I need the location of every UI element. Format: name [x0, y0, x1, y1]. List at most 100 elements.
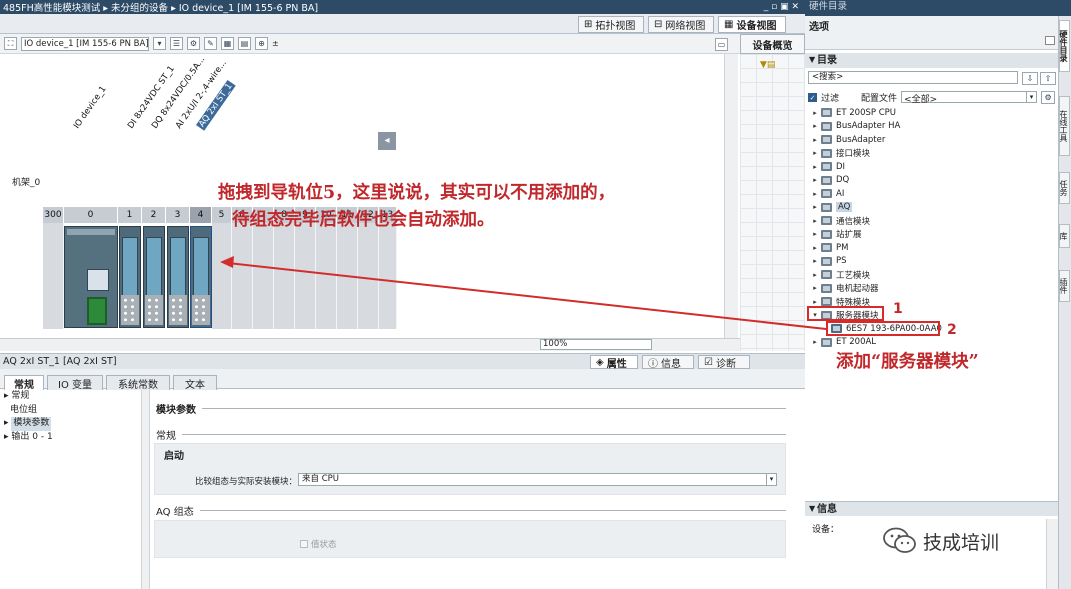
tree-item[interactable]: ▸ AI: [811, 187, 844, 201]
side-tab-online-tools[interactable]: 在线工具: [1059, 96, 1070, 156]
rack-slot[interactable]: [379, 223, 397, 329]
side-tab-addins[interactable]: 插件: [1059, 270, 1070, 302]
aq-module-selected[interactable]: [190, 226, 212, 328]
filter-row: ✓ 过滤 配置文件 <全部> ▾ ⚙: [808, 90, 1056, 105]
collapse-arrow-icon[interactable]: ◂: [378, 132, 396, 150]
info-scrollbar[interactable]: [1046, 519, 1058, 589]
subtab-texts[interactable]: 文本: [173, 375, 217, 391]
nav-item-outputs[interactable]: ▸ 输出 0 - 1: [0, 431, 141, 445]
info-section-head[interactable]: 信息: [805, 501, 1058, 516]
tree-item[interactable]: ▸ 电机起动器: [811, 282, 879, 296]
rack-slot[interactable]: [253, 223, 274, 329]
rack-slot[interactable]: [232, 223, 253, 329]
toggle-overview-icon[interactable]: ▭: [715, 38, 728, 51]
aq-config-group: [154, 520, 786, 558]
catalog-section-head[interactable]: 目录: [805, 53, 1058, 68]
nav-scrollbar[interactable]: [142, 390, 150, 589]
tree-item[interactable]: ▸ DQ: [811, 174, 849, 188]
rack-slot[interactable]: [358, 223, 379, 329]
tree-item[interactable]: ▸ PS: [811, 255, 846, 269]
tree-item[interactable]: ▸ 接口模块: [811, 147, 870, 161]
tree-item[interactable]: ▸ AQ: [811, 201, 853, 215]
rack-slot[interactable]: [212, 223, 232, 329]
tab-properties[interactable]: ◈ 属性: [590, 355, 638, 370]
tree-item[interactable]: ▸ PM: [811, 241, 848, 255]
editor-titlebar: 485FH高性能模块测试 ▸ 未分组的设备 ▸ IO device_1 [IM …: [0, 0, 805, 14]
dropdown-icon[interactable]: ▾: [153, 37, 166, 50]
tree-item[interactable]: ▸ DI: [811, 160, 845, 174]
search-down-icon[interactable]: ⇩: [1022, 72, 1038, 85]
nav-item-potential-group[interactable]: 电位组: [0, 404, 141, 418]
section-module-params: 模块参数: [156, 401, 786, 416]
network-settings-icon[interactable]: ⚙: [187, 37, 200, 50]
tab-topology-view[interactable]: ⊞ 拓扑视图: [578, 16, 644, 33]
folder-icon: [821, 121, 832, 131]
tab-device-overview[interactable]: 设备概览: [740, 34, 805, 54]
tree-item[interactable]: ▸ ET 200SP CPU: [811, 106, 896, 120]
rack-slot[interactable]: [295, 223, 316, 329]
catalog-search-input[interactable]: <搜索>: [808, 71, 1018, 84]
rack-slot[interactable]: [316, 223, 337, 329]
nav-item-module-params[interactable]: ▸ 模块参数: [0, 417, 141, 431]
zoom-icon[interactable]: ⊕: [255, 37, 268, 50]
tab-diagnostics[interactable]: ☑ 诊断: [698, 355, 750, 370]
folder-icon: [821, 256, 832, 266]
side-tab-hardware-catalog[interactable]: 硬件目录: [1059, 20, 1070, 72]
edit-icon[interactable]: ✎: [204, 37, 217, 50]
subtab-general[interactable]: 常规: [4, 375, 44, 391]
tree-item[interactable]: ▸ 站扩展: [811, 228, 862, 242]
tree-item[interactable]: ▸ 通信模块: [811, 214, 870, 228]
breadcrumb: 485FH高性能模块测试 ▸ 未分组的设备 ▸ IO device_1 [IM …: [3, 3, 319, 14]
slot-header: 300: [43, 207, 64, 223]
side-tab-libraries[interactable]: 库: [1059, 224, 1070, 248]
tree-item[interactable]: ▸ BusAdapter: [811, 133, 885, 147]
tab-network-view[interactable]: ⊟ 网络视图: [648, 16, 714, 33]
device-overview-grid[interactable]: ▼▤: [740, 54, 805, 351]
diagnostics-icon: ☑: [704, 356, 713, 368]
filter-checkbox-icon[interactable]: ✓: [808, 92, 817, 102]
device-select[interactable]: IO device_1 [IM 155-6 PN BA]: [21, 36, 149, 51]
info-icon: ⓘ: [648, 358, 658, 370]
canvas-vertical-scrollbar[interactable]: [724, 54, 738, 338]
zoom-menu-icon[interactable]: ±: [272, 39, 279, 48]
interface-module[interactable]: [64, 226, 118, 328]
rack-slot[interactable]: [274, 223, 295, 329]
wechat-icon: [883, 527, 916, 553]
subtab-io-tags[interactable]: IO 变量: [47, 375, 103, 391]
grid-icon[interactable]: ▦: [221, 37, 234, 50]
device-tree-icon[interactable]: ⛶: [4, 37, 17, 50]
properties-icon: ◈: [596, 356, 604, 368]
profile-settings-icon[interactable]: ⚙: [1041, 90, 1056, 104]
tab-info[interactable]: ⓘ 信息: [642, 355, 694, 370]
tree-item[interactable]: ▸ BusAdapter HA: [811, 120, 900, 134]
rack-slot[interactable]: [43, 223, 64, 329]
value-status-checkbox[interactable]: 值状态: [300, 538, 337, 550]
folder-icon: [821, 162, 832, 172]
folder-icon: [821, 270, 832, 280]
options-toggle-icon[interactable]: [1045, 36, 1055, 45]
di-module[interactable]: [119, 226, 141, 328]
properties-icon[interactable]: ☰: [170, 37, 183, 50]
overview-tools-icon[interactable]: ▼▤: [760, 60, 775, 70]
chevron-down-icon: ▾: [1026, 92, 1036, 103]
slot-header: 0: [64, 207, 118, 223]
view-tab-bar: ⊞ 拓扑视图 ⊟ 网络视图 ▦ 设备视图: [0, 14, 805, 34]
tree-item[interactable]: ▸ 工艺模块: [811, 268, 870, 282]
ai-module[interactable]: [167, 226, 189, 328]
profile-select[interactable]: <全部> ▾: [901, 91, 1038, 105]
tab-device-view[interactable]: ▦ 设备视图: [718, 16, 786, 33]
collapse-triangle-icon[interactable]: ▼: [809, 504, 815, 513]
compare-config-select[interactable]: 来自 CPU ▾: [298, 473, 777, 486]
slot-header: 2: [142, 207, 166, 223]
nav-item-general[interactable]: ▸ 常规: [0, 390, 141, 404]
window-controls[interactable]: _ ▫ ▣ ✕: [764, 2, 805, 12]
collapse-triangle-icon[interactable]: ▼: [809, 55, 815, 64]
subtab-system-constants[interactable]: 系统常数: [106, 375, 170, 391]
table-icon[interactable]: ▤: [238, 37, 251, 50]
search-up-icon[interactable]: ⇧: [1040, 72, 1056, 85]
tree-item[interactable]: ▸ ET 200AL: [811, 336, 876, 350]
rack-slot[interactable]: [337, 223, 358, 329]
dq-module[interactable]: [143, 226, 165, 328]
side-tab-tasks[interactable]: 任务: [1059, 172, 1070, 204]
zoom-select[interactable]: 100%: [540, 339, 652, 350]
